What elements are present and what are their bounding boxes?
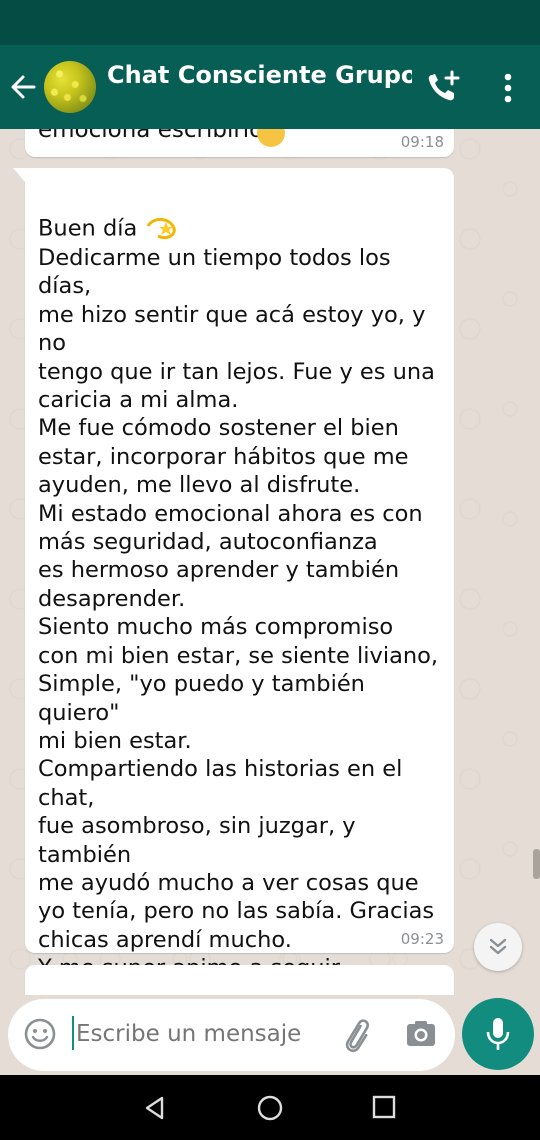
add-call-icon — [428, 70, 460, 101]
message-bubble[interactable] — [25, 965, 454, 995]
menu-button[interactable] — [494, 69, 522, 107]
arrow-left-icon — [11, 75, 36, 99]
paperclip-icon — [345, 1019, 369, 1053]
smiley-icon — [24, 1018, 56, 1050]
camera-icon — [407, 1021, 435, 1046]
emoji-button[interactable] — [22, 1016, 58, 1052]
dizzy-star-emoji — [147, 218, 177, 240]
microphone-icon — [486, 1018, 510, 1050]
attach-button[interactable] — [338, 1015, 374, 1055]
square-recents-icon — [372, 1095, 396, 1119]
message-body: Dedicarme un tiempo todos los días, me h… — [38, 245, 439, 995]
greeting-text: Buen día — [38, 215, 138, 242]
chat-header: Chat Consciente Grupo... — [0, 45, 540, 129]
message-time: 09:23 — [400, 930, 444, 948]
message-input-bar — [8, 999, 455, 1071]
voice-record-button[interactable] — [462, 998, 534, 1070]
circle-home-icon — [257, 1095, 283, 1121]
nav-home-button[interactable] — [256, 1094, 284, 1122]
scroll-down-button[interactable] — [474, 923, 522, 971]
status-bar — [0, 0, 540, 45]
double-chevron-down-icon — [489, 938, 507, 955]
back-button[interactable] — [6, 66, 42, 108]
message-input[interactable] — [76, 1017, 316, 1051]
triangle-back-icon — [145, 1096, 164, 1120]
system-nav-bar — [0, 1075, 540, 1140]
scrollbar-thumb[interactable] — [533, 849, 540, 879]
message-text: emociona escribirlo — [38, 129, 264, 143]
message-time: 09:18 — [400, 133, 444, 151]
avatar[interactable] — [44, 61, 96, 113]
face-emoji — [257, 129, 285, 147]
nav-back-button[interactable] — [140, 1093, 170, 1123]
message-bubble[interactable]: Buen día Dedicarme un tiempo todos los d… — [13, 168, 454, 995]
camera-button[interactable] — [404, 1017, 438, 1051]
chat-area[interactable]: emociona escribirlo 09:18 Buen día Dedic… — [0, 129, 540, 995]
nav-recents-button[interactable] — [371, 1094, 397, 1120]
more-vert-icon — [504, 73, 512, 103]
chat-title[interactable]: Chat Consciente Grupo... — [107, 60, 412, 90]
add-call-button[interactable] — [424, 69, 466, 107]
message-text: Buen día Dedicarme un tiempo todos los d… — [38, 214, 448, 996]
text-cursor — [72, 1016, 74, 1050]
message-bubble[interactable]: emociona escribirlo 09:18 — [25, 129, 454, 157]
bubble-tail — [13, 168, 25, 182]
